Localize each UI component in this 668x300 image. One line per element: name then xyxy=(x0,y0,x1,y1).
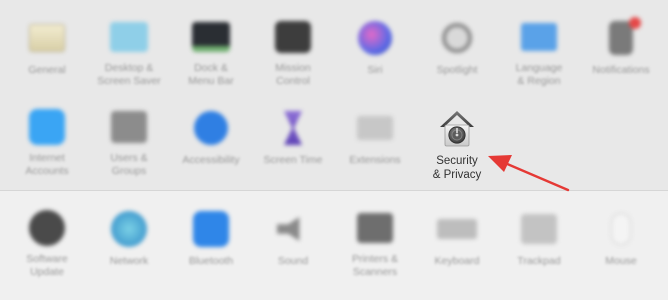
general-icon xyxy=(27,18,67,58)
mouse-icon xyxy=(601,209,641,249)
users-icon xyxy=(109,108,149,146)
preferences-row-1: General Desktop & Screen Saver Dock & Me… xyxy=(0,0,668,90)
spotlight-icon xyxy=(437,18,477,58)
pane-spotlight[interactable]: Spotlight xyxy=(416,0,498,88)
pane-label: Extensions xyxy=(349,154,401,166)
pane-keyboard[interactable]: Keyboard xyxy=(416,191,498,279)
pane-label: Language & Region xyxy=(515,62,563,87)
pane-extensions[interactable]: Extensions xyxy=(334,90,416,178)
pane-label: Network xyxy=(109,255,149,267)
pane-label: Dock & Menu Bar xyxy=(188,62,234,87)
pane-label: Trackpad xyxy=(517,255,561,267)
pane-internet-accounts[interactable]: Internet Accounts xyxy=(6,90,88,178)
pane-label: Software Update xyxy=(26,253,68,278)
keyboard-icon xyxy=(437,209,477,249)
desktop-icon xyxy=(109,18,149,56)
pane-security-privacy[interactable]: Security & Privacy xyxy=(416,90,498,181)
pane-dock-menu-bar[interactable]: Dock & Menu Bar xyxy=(170,0,252,88)
pane-label: Mission Control xyxy=(275,62,311,87)
pane-label: Security & Privacy xyxy=(432,155,482,181)
dock-icon xyxy=(191,18,231,56)
pane-sound[interactable]: Sound xyxy=(252,191,334,279)
pane-label: Screen Time xyxy=(263,154,323,166)
at-icon xyxy=(27,108,67,146)
accessibility-icon xyxy=(191,108,231,148)
pane-mission-control[interactable]: Mission Control xyxy=(252,0,334,88)
pane-label: Keyboard xyxy=(434,255,480,267)
pane-siri[interactable]: Siri xyxy=(334,0,416,88)
gear-icon xyxy=(27,209,67,247)
pane-accessibility[interactable]: Accessibility xyxy=(170,90,252,178)
pane-label: Printers & Scanners xyxy=(351,253,399,278)
pane-label: Mouse xyxy=(605,255,637,267)
house-lock-icon xyxy=(437,108,477,148)
pane-label: Sound xyxy=(277,255,309,267)
notifications-icon xyxy=(601,17,641,58)
pane-label: Desktop & Screen Saver xyxy=(97,62,161,87)
pane-label: Spotlight xyxy=(436,64,478,76)
pane-screen-time[interactable]: Screen Time xyxy=(252,90,334,178)
preferences-row-3: Software Update Network Bluetooth Sound … xyxy=(0,191,668,281)
trackpad-icon xyxy=(519,209,559,249)
pane-label: General xyxy=(28,64,66,76)
siri-icon xyxy=(355,18,395,58)
pane-general[interactable]: General xyxy=(6,0,88,88)
preferences-row-2: Internet Accounts Users & Groups Accessi… xyxy=(0,90,668,181)
pane-label: Users & Groups xyxy=(110,152,148,177)
pane-label: Internet Accounts xyxy=(25,152,69,177)
globe-icon xyxy=(109,209,149,249)
pane-printers-scanners[interactable]: Printers & Scanners xyxy=(334,191,416,279)
preferences-section-hardware: Software Update Network Bluetooth Sound … xyxy=(0,190,668,300)
pane-desktop-screen-saver[interactable]: Desktop & Screen Saver xyxy=(88,0,170,88)
speaker-icon xyxy=(273,209,313,249)
puzzle-icon xyxy=(355,108,395,148)
pane-mouse[interactable]: Mouse xyxy=(580,191,662,279)
pane-language-region[interactable]: Language & Region xyxy=(498,0,580,88)
pane-bluetooth[interactable]: Bluetooth xyxy=(170,191,252,279)
flag-icon xyxy=(519,18,559,56)
mission-control-icon xyxy=(273,18,313,56)
pane-label: Bluetooth xyxy=(188,255,234,267)
pane-label: Accessibility xyxy=(182,154,240,166)
pane-notifications[interactable]: Notifications xyxy=(580,0,662,88)
pane-network[interactable]: Network xyxy=(88,191,170,279)
pane-users-groups[interactable]: Users & Groups xyxy=(88,90,170,178)
bluetooth-icon xyxy=(191,209,231,249)
hourglass-icon xyxy=(273,108,313,148)
preferences-section-top: General Desktop & Screen Saver Dock & Me… xyxy=(0,0,668,190)
printer-icon xyxy=(355,209,395,247)
pane-trackpad[interactable]: Trackpad xyxy=(498,191,580,279)
pane-software-update[interactable]: Software Update xyxy=(6,191,88,279)
pane-label: Notifications xyxy=(592,64,650,76)
pane-label: Siri xyxy=(367,64,383,76)
